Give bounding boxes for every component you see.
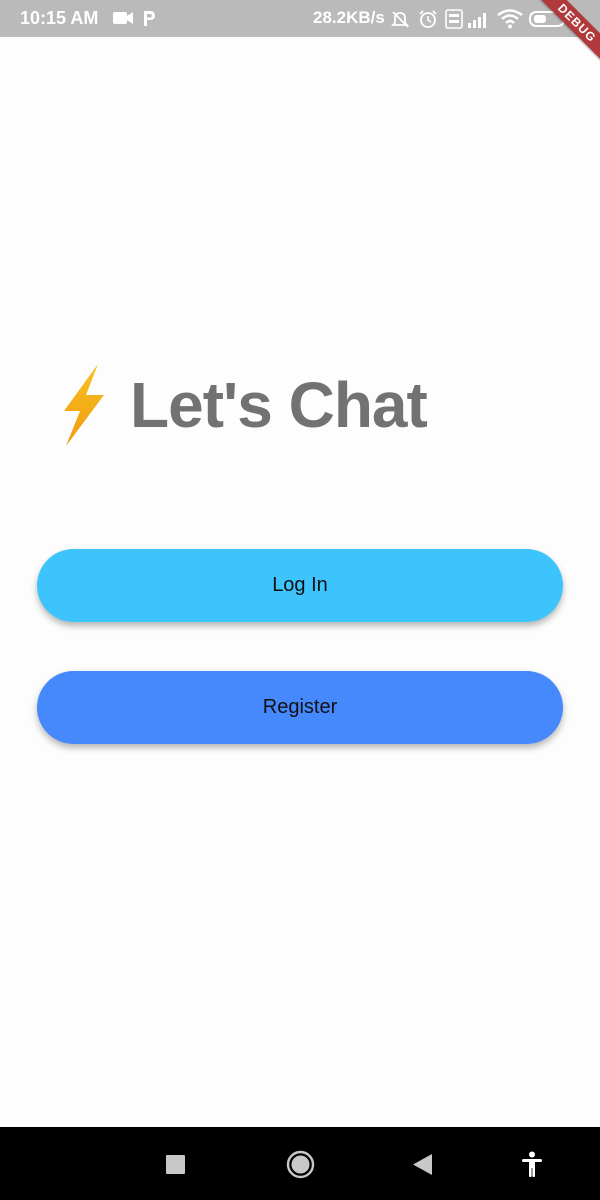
lightning-bolt-icon bbox=[64, 364, 104, 446]
alarm-off-icon bbox=[390, 11, 410, 28]
alarm-icon bbox=[419, 10, 437, 28]
home-circle-icon[interactable] bbox=[286, 1150, 315, 1179]
navigation-bar bbox=[0, 1127, 600, 1200]
back-triangle-icon[interactable] bbox=[413, 1154, 432, 1175]
wifi-icon bbox=[497, 9, 523, 29]
status-bar: 10:15 AM 28.2KB/s bbox=[0, 0, 600, 37]
register-button[interactable]: Register bbox=[37, 671, 563, 744]
register-button-label: Register bbox=[262, 696, 338, 718]
app-header: Let's Chat bbox=[58, 362, 428, 448]
recents-square-icon[interactable] bbox=[166, 1155, 185, 1174]
network-speed: 28.2KB/s bbox=[313, 8, 385, 27]
video-camera-icon bbox=[113, 12, 133, 24]
login-button-label: Log In bbox=[272, 574, 328, 596]
status-time: 10:15 AM bbox=[20, 8, 99, 28]
app-title: Let's Chat bbox=[130, 369, 428, 441]
login-button[interactable]: Log In bbox=[37, 549, 563, 622]
volte-icon bbox=[445, 9, 463, 29]
signal-icon bbox=[468, 13, 486, 28]
accessibility-icon[interactable] bbox=[521, 1151, 543, 1178]
p-icon bbox=[144, 11, 155, 26]
